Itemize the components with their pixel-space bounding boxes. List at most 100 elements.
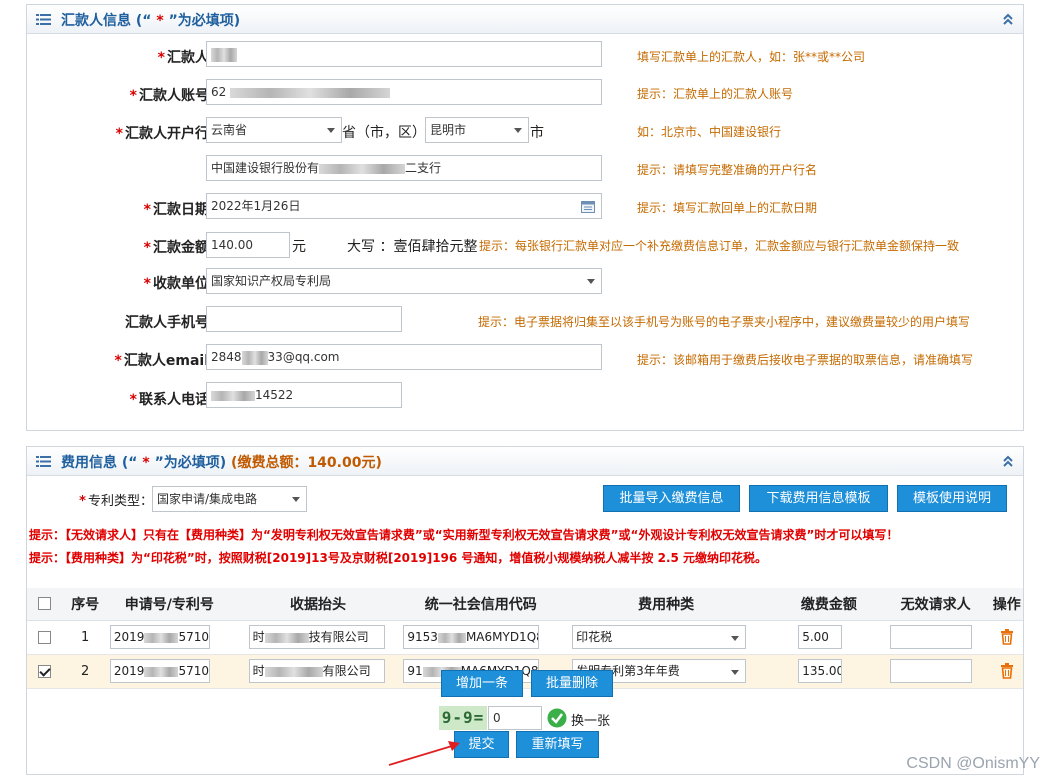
row-select-cell — [27, 620, 62, 655]
stamp-tax-warning: 提示：【费用种类】为“印花税”时，按照财税[2019]13号及京财税[2019]… — [29, 551, 768, 565]
remitter-info-panel: 汇款人信息 (“ * ”为必填项) * 汇款人： 填写汇款单上的汇款人，如：张**… — [26, 4, 1024, 431]
invalid-requester-warning: 提示：【无效请求人】只有在【费用种类】为“发明专利权无效宣告请求费”或“实用新型… — [29, 528, 899, 542]
fee-row: 1 20195710 时技有限公司 9153MA6MYD1Q80 印花税 5.0… — [27, 620, 1023, 655]
download-template-button[interactable]: 下载费用信息模板 — [749, 485, 888, 512]
bank-name-hint: 提示：请填写完整准确的开户行名 — [637, 163, 818, 177]
chevron-down-icon — [327, 128, 335, 133]
fee-table: 序号 申请号/专利号 收据抬头 统一社会信用代码 费用种类 缴费金额 无效请求人… — [27, 588, 1023, 689]
collapse-icon[interactable] — [1002, 13, 1014, 25]
app-no-input[interactable]: 2019 5710 — [109, 659, 210, 683]
remit-amount-label: * 汇款金额： — [143, 240, 223, 256]
row-checkbox[interactable] — [37, 664, 51, 678]
remitter-account-hint: 提示：汇款单上的汇款人账号 — [637, 87, 794, 101]
trash-icon[interactable] — [1000, 663, 1014, 679]
invalid-requester-cell — [880, 620, 991, 655]
remitter-panel-header: 汇款人信息 (“ * ”为必填项) — [27, 5, 1023, 34]
chevron-down-icon — [587, 279, 595, 284]
remitter-name-hint: 填写汇款单上的汇款人，如：张**或**公司 — [637, 50, 866, 64]
invalid-requester-cell — [880, 654, 991, 689]
row-select-cell — [27, 654, 62, 689]
bank-name-input[interactable]: 中国建设银行股份有 二支行 — [206, 155, 602, 181]
add-row-button[interactable]: 增加一条 — [441, 670, 523, 697]
city-select[interactable]: 昆明市 — [425, 117, 529, 143]
select-all-checkbox[interactable] — [37, 597, 51, 611]
credit-code-input[interactable]: 9153MA6MYD1Q80 — [403, 625, 540, 649]
remitter-bank-hint: 如：北京市、中国建设银行 — [637, 125, 782, 139]
fee-panel-title: 费用信息 (“ * ”为必填项) (缴费总额：140.00元) — [61, 455, 382, 471]
batch-delete-button[interactable]: 批量删除 — [531, 670, 613, 697]
phone-label: 汇款人手机号： — [125, 315, 223, 331]
refresh-captcha-link[interactable]: 换一张 — [571, 710, 610, 729]
receipt-title-cell: 时有限公司 — [229, 654, 407, 689]
province-suffix-text: 省（市，区） — [342, 125, 426, 141]
remit-amount-input[interactable]: 140.00 — [206, 232, 290, 258]
remit-date-input[interactable]: 2022年1月26日 — [206, 193, 602, 219]
remitter-name-input[interactable] — [206, 41, 602, 67]
collapse-icon[interactable] — [1002, 455, 1014, 467]
reset-button[interactable]: 重新填写 — [516, 731, 599, 758]
credit-code-cell: 9153MA6MYD1Q80 — [403, 620, 556, 655]
captcha-image: 9-9= — [439, 706, 487, 730]
remitter-bank-label: * 汇款人开户行： — [115, 126, 223, 142]
invalid-requester-input[interactable] — [889, 659, 972, 683]
fee-total: (缴费总额：140.00元) — [231, 455, 382, 471]
chevron-down-icon — [731, 636, 740, 641]
amount-cell: 135.00 — [777, 654, 881, 689]
fee-type-cell: 印花税 — [555, 620, 778, 655]
amount-input[interactable]: 135.00 — [798, 659, 843, 683]
contact-phone-label: * 联系人电话： — [129, 392, 223, 408]
chevron-down-icon — [292, 497, 300, 502]
row-checkbox[interactable] — [37, 630, 51, 644]
calendar-icon[interactable] — [581, 200, 595, 213]
captcha-input[interactable]: 0 — [488, 706, 542, 730]
remitter-account-label: * 汇款人账号： — [129, 88, 223, 104]
city-suffix-text: 市 — [530, 125, 544, 141]
amount-cell: 5.00 — [777, 620, 881, 655]
email-label: * 汇款人email： — [114, 353, 223, 369]
patent-type-select[interactable]: 国家申请/集成电路 — [152, 486, 307, 512]
remit-date-label: * 汇款日期： — [143, 202, 223, 218]
phone-hint: 提示：电子票据将归集至以该手机号为账号的电子票夹小程序中，建议缴费量较少的用户填… — [478, 315, 971, 329]
contact-phone-input[interactable]: 14522 — [206, 382, 402, 408]
column-header: 序号 — [61, 588, 109, 621]
column-header: 申请号/专利号 — [108, 588, 230, 621]
province-select[interactable]: 云南省 — [206, 117, 342, 143]
amount-unit: 元 — [292, 239, 306, 255]
remitter-account-input[interactable]: 62 — [206, 79, 602, 105]
email-input[interactable]: 2848 33@qq.com — [206, 344, 602, 370]
list-icon — [36, 456, 51, 467]
app-no-input[interactable]: 2019 5710 — [109, 625, 210, 649]
row-number: 2 — [61, 654, 109, 689]
trash-icon[interactable] — [1000, 629, 1014, 645]
template-help-button[interactable]: 模板使用说明 — [897, 485, 1007, 512]
receipt-title-input[interactable]: 时有限公司 — [248, 659, 385, 683]
invalid-requester-input[interactable] — [889, 625, 972, 649]
fee-row: 2 20195710 时有限公司 91MA6MYD1Q80 发明专利第3年年费 … — [27, 654, 1023, 689]
remit-amount-hint: 提示：每张银行汇款单对应一个补充缴费信息订单，汇款金额应与银行汇款单金额保持一致 — [479, 239, 960, 253]
receipt-title-input[interactable]: 时技有限公司 — [248, 625, 385, 649]
amount-capital: 大写 ：壹佰肆拾元整 — [347, 239, 478, 255]
patent-type-label: * 专利类型： — [79, 494, 153, 509]
column-header: 缴费金额 — [777, 588, 881, 621]
column-header: 无效请求人 — [880, 588, 991, 621]
app-no-cell: 2019 5710 — [108, 654, 230, 689]
fee-panel-header: 费用信息 (“ * ”为必填项) (缴费总额：140.00元) — [27, 447, 1023, 476]
payee-label: * 收款单位： — [143, 276, 223, 292]
action-cell — [990, 654, 1023, 689]
row-number: 1 — [61, 620, 109, 655]
list-icon — [36, 14, 51, 25]
fee-table-header: 序号 申请号/专利号 收据抬头 统一社会信用代码 费用种类 缴费金额 无效请求人… — [27, 588, 1023, 621]
payee-select[interactable]: 国家知识产权局专利局 — [206, 268, 602, 294]
remit-date-hint: 提示：填写汇款回单上的汇款日期 — [637, 201, 818, 215]
phone-input[interactable] — [206, 306, 402, 332]
app-no-cell: 2019 5710 — [108, 620, 230, 655]
column-header: 费用种类 — [555, 588, 778, 621]
annotation-arrow-icon — [388, 741, 460, 766]
batch-import-button[interactable]: 批量导入缴费信息 — [603, 485, 740, 512]
amount-input[interactable]: 5.00 — [798, 625, 843, 649]
column-header: 收据抬头 — [229, 588, 407, 621]
column-header: 统一社会信用代码 — [406, 588, 556, 621]
remitter-panel-title: 汇款人信息 (“ * ”为必填项) — [61, 13, 241, 29]
receipt-title-cell: 时技有限公司 — [229, 620, 407, 655]
fee-type-select[interactable]: 印花税 — [572, 625, 747, 649]
